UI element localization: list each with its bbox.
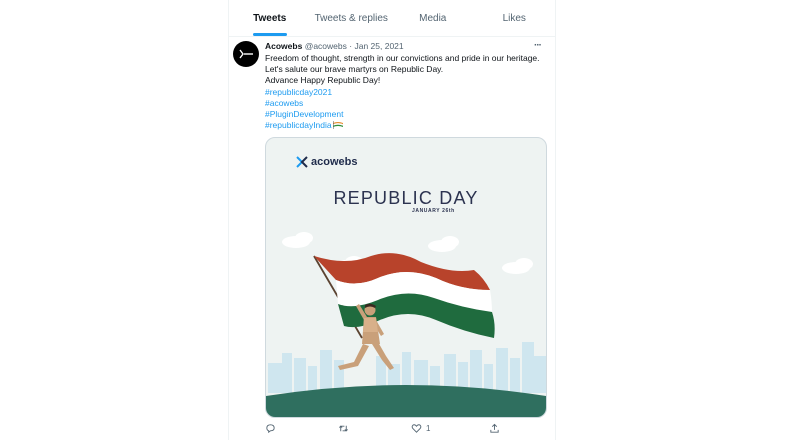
tweet-media-image[interactable]: acowebs REPUBLIC DAY JANUARY 26th [265, 137, 547, 418]
profile-tabs: Tweets Tweets & replies Media Likes [229, 0, 555, 37]
tweet-header: Acowebs @acowebs · Jan 25, 2021 [265, 41, 404, 51]
reply-icon [266, 424, 275, 434]
tweet-line: Let's salute our brave martyrs on Republ… [265, 64, 444, 75]
tweet-text: Freedom of thought, strength in our conv… [265, 53, 550, 131]
tab-likes[interactable]: Likes [474, 0, 556, 36]
avatar[interactable] [233, 41, 259, 67]
like-button[interactable]: 1 [411, 423, 430, 434]
tab-tweets-and-replies[interactable]: Tweets & replies [311, 0, 393, 36]
hashtag-link[interactable]: #republicdayIndia [265, 120, 332, 130]
republic-day-illustration [266, 232, 546, 417]
tab-tweets[interactable]: Tweets [229, 0, 311, 36]
tweet-actions: 1 [265, 423, 550, 437]
tweet-date[interactable]: Jan 25, 2021 [354, 41, 403, 51]
display-name[interactable]: Acowebs [265, 41, 302, 51]
reply-button[interactable] [265, 423, 276, 434]
acowebs-brand-icon [296, 156, 308, 168]
tweet[interactable]: Acowebs @acowebs · Jan 25, 2021 ··· Free… [229, 37, 555, 440]
hashtag-link[interactable]: #republicday2021 [265, 87, 332, 97]
tab-label: Likes [502, 12, 526, 24]
tab-label: Tweets [253, 12, 287, 24]
media-subtitle: JANUARY 26th [412, 208, 455, 214]
tweet-line: Advance Happy Republic Day! [265, 75, 381, 86]
handle[interactable]: @acowebs [305, 41, 347, 51]
tab-label: Media [419, 12, 447, 24]
hashtag-link[interactable]: #PluginDevelopment [265, 109, 343, 119]
media-title: REPUBLIC DAY [333, 188, 479, 208]
acowebs-logo-icon [239, 49, 253, 59]
brand-name: acowebs [311, 156, 358, 168]
separator: · [349, 41, 353, 51]
heart-icon [411, 424, 422, 433]
profile-timeline-column: Tweets Tweets & replies Media Likes Acow… [228, 0, 556, 440]
share-button[interactable] [489, 423, 500, 434]
more-options-icon[interactable]: ··· [534, 40, 542, 51]
retweet-button[interactable] [338, 423, 349, 434]
hashtag-link[interactable]: #acowebs [265, 98, 303, 108]
tab-media[interactable]: Media [392, 0, 474, 36]
tweet-line: Freedom of thought, strength in our conv… [265, 53, 540, 63]
retweet-icon [339, 425, 348, 432]
india-flag-icon [332, 121, 343, 130]
tab-label: Tweets & replies [314, 12, 388, 24]
share-icon [490, 423, 499, 433]
media-brand: acowebs [296, 156, 357, 168]
like-count: 1 [426, 424, 431, 433]
active-tab-indicator [252, 33, 287, 36]
